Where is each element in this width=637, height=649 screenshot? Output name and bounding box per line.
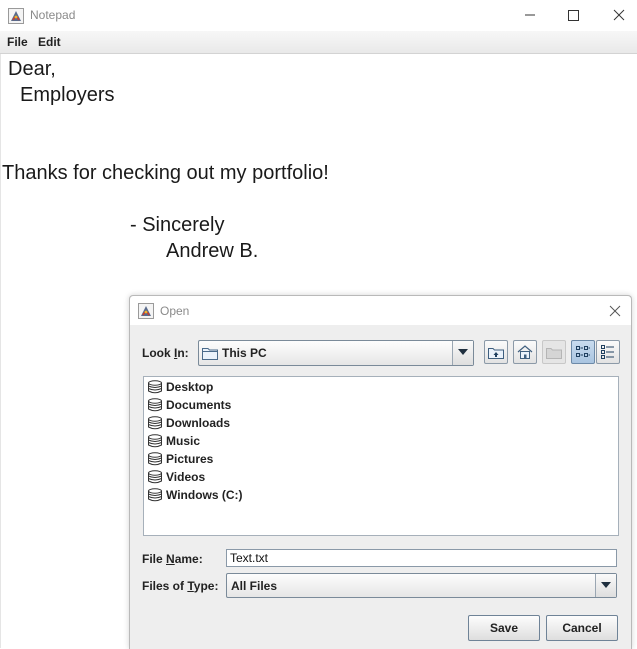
dialog-titlebar[interactable]: Open <box>130 296 631 325</box>
label-text: n: <box>177 346 189 360</box>
drive-icon <box>148 398 162 412</box>
folder-icon <box>202 348 218 360</box>
dialog-title: Open <box>160 304 190 318</box>
drive-icon <box>148 470 162 484</box>
look-in-label: Look In: <box>142 346 189 360</box>
list-item-label: Documents <box>166 398 232 412</box>
chevron-down-icon <box>458 349 468 355</box>
list-item-label: Videos <box>166 470 206 484</box>
new-folder-button[interactable] <box>542 340 566 364</box>
menu-edit[interactable]: Edit <box>38 35 61 49</box>
combo-arrow-button[interactable] <box>452 341 473 365</box>
drive-icon <box>148 452 162 466</box>
text-line: Dear, <box>8 58 56 80</box>
file-type-label: Files of Type: <box>142 579 218 593</box>
list-item-label: Downloads <box>166 416 231 430</box>
combo-arrow-button[interactable] <box>595 574 616 597</box>
drive-icon <box>148 380 162 394</box>
drive-icon <box>148 416 162 430</box>
cancel-button[interactable]: Cancel <box>546 615 618 641</box>
list-item-label: Desktop <box>166 380 214 394</box>
minimize-icon[interactable] <box>516 4 544 26</box>
notepad-titlebar[interactable]: Notepad <box>0 0 637 31</box>
text-line: Employers <box>20 84 115 106</box>
maximize-icon[interactable] <box>559 4 587 26</box>
drive-icon <box>148 488 162 502</box>
label-text: File <box>142 552 167 566</box>
list-view-button[interactable] <box>571 340 595 364</box>
list-item[interactable]: Pictures <box>147 450 347 468</box>
list-item[interactable]: Videos <box>147 468 347 486</box>
text-line: - Sincerely <box>130 214 225 236</box>
menu-bar: File Edit <box>0 31 637 54</box>
window-title: Notepad <box>30 8 76 22</box>
up-one-level-icon <box>488 348 504 359</box>
up-one-level-button[interactable] <box>484 340 508 364</box>
details-view-button[interactable] <box>596 340 620 364</box>
home-button[interactable] <box>513 340 537 364</box>
label-text: Look <box>142 346 174 360</box>
drive-icon <box>148 434 162 448</box>
close-icon[interactable] <box>605 4 633 26</box>
list-view-icon <box>576 346 590 357</box>
list-item[interactable]: Desktop <box>147 378 347 396</box>
list-item-label: Music <box>166 434 201 448</box>
list-item-label: Windows (C:) <box>166 488 243 502</box>
menu-file[interactable]: File <box>7 35 28 49</box>
java-app-icon <box>138 303 154 319</box>
file-type-combo[interactable]: All Files <box>226 573 617 598</box>
save-button[interactable]: Save <box>468 615 540 641</box>
new-folder-icon <box>546 348 562 359</box>
label-mnemonic: N <box>166 552 175 566</box>
list-item[interactable]: Downloads <box>147 414 347 432</box>
text-line: Andrew B. <box>166 240 259 262</box>
close-icon[interactable] <box>605 301 625 321</box>
label-text: Files of <box>142 579 188 593</box>
chevron-down-icon <box>601 582 611 588</box>
label-text: ame: <box>174 552 203 566</box>
text-line: Thanks for checking out my portfolio! <box>2 162 329 184</box>
details-view-icon <box>601 345 614 359</box>
list-item-label: Pictures <box>166 452 214 466</box>
home-icon <box>517 345 533 359</box>
list-item[interactable]: Windows (C:) <box>147 486 347 504</box>
file-name-label: File Name: <box>142 552 203 566</box>
list-item[interactable]: Music <box>147 432 347 450</box>
look-in-combo[interactable]: This PC <box>198 340 474 366</box>
java-app-icon <box>8 8 24 24</box>
file-name-input[interactable] <box>226 549 617 567</box>
list-item[interactable]: Documents <box>147 396 347 414</box>
file-list[interactable]: Desktop Documents Downloads Music Pictur… <box>143 376 619 536</box>
file-type-value: All Files <box>231 579 278 593</box>
look-in-value: This PC <box>222 346 267 360</box>
label-text: ype: <box>193 579 219 593</box>
open-dialog: Open Look In: This PC Desktop Documents … <box>129 295 632 649</box>
